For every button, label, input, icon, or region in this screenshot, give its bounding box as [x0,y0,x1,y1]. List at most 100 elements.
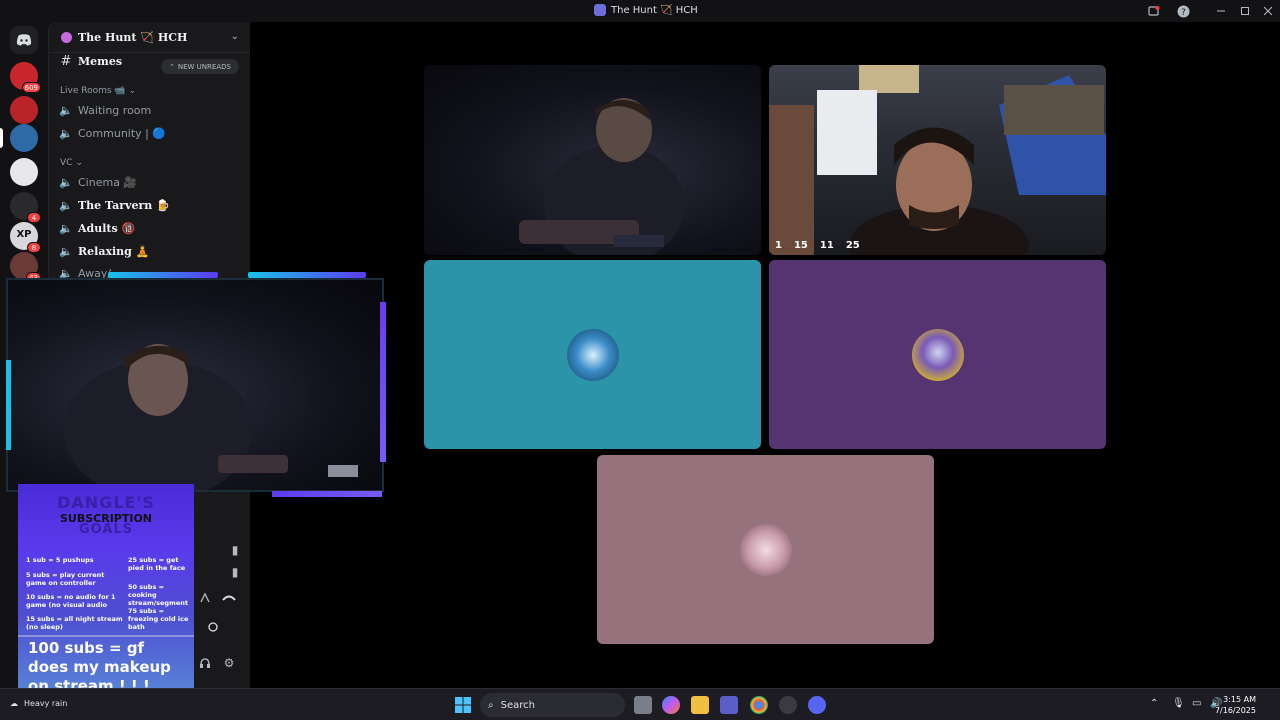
chrome-icon[interactable] [750,696,768,714]
system-clock[interactable]: 3:15 AM 7/16/2025 [1215,694,1256,716]
chevron-down-icon[interactable]: ⌄ [231,31,239,42]
guild-header[interactable]: The Hunt 🏹 HCH ⌄ [49,22,251,53]
stat-value: 11 [819,240,834,251]
tile-avatar-purple[interactable] [769,260,1106,449]
discord-logo-icon [16,34,32,46]
server-icon-5[interactable]: 4 [10,192,41,223]
speaker-icon: 🔈 [59,198,73,212]
windows-logo-icon [455,697,471,713]
overlay-frame [108,272,218,278]
speaker-icon: 🔈 [59,244,73,258]
goal-item: 25 subs = get pied in the face [128,556,186,572]
channel-adults[interactable]: 🔈 Adults 🔞 [59,218,244,238]
selected-server-indicator [0,128,3,148]
microphone-icon[interactable]: 🎙 [1172,698,1185,709]
overlay-frame [248,272,366,278]
category-vc[interactable]: VC ⌄ [60,158,83,168]
stream-stats: 1 15 11 25 [775,240,860,251]
screen-share-icon[interactable]: ▮ [227,564,243,580]
camera-icon[interactable]: ▮ [227,542,243,558]
chevron-down-icon: ⌄ [75,158,83,168]
direct-messages-button[interactable] [10,26,38,54]
rain-cloud-icon: ☁ [10,699,18,708]
channel-community[interactable]: 🔈 Community | 🔵 [59,123,244,143]
overlay-frame [6,360,11,450]
avatar [911,328,964,381]
headphones-icon[interactable] [197,655,213,671]
avatar [739,523,792,576]
mention-badge: 8 [27,242,41,253]
windows-taskbar: ☁ Heavy rain ⌕ Search ⌃ 🎙 ▭ 🔊 3:15 AM 7/… [0,688,1280,720]
channel-label: The Tarvern 🍺 [78,198,170,212]
subscription-goals-overlay: DANGLE'S SUBSCRIPTION GOALS 1 sub = 5 pu… [18,484,194,703]
server-icon-3[interactable] [10,124,38,152]
overlay-frame [380,302,386,462]
teams-icon[interactable] [720,696,738,714]
svg-text:?: ? [1181,8,1186,18]
discord-taskbar-icon[interactable] [808,696,826,714]
server-icon-4[interactable] [10,158,38,186]
server-icon-2[interactable] [10,96,38,124]
webcam-person-figure [63,344,358,500]
speaker-icon: 🔈 [59,103,73,117]
inbox-icon[interactable] [1146,3,1162,19]
server-icon-7[interactable]: 43 [10,252,41,283]
weather-widget[interactable]: ☁ Heavy rain [10,699,67,708]
task-view-icon[interactable] [634,696,652,714]
arrow-up-icon: ⌃ [169,62,175,71]
start-button[interactable] [454,696,472,714]
goal-item: 1 sub = 5 pushups [26,556,94,564]
obs-icon[interactable] [779,696,797,714]
taskbar-search[interactable]: ⌕ Search [480,693,625,717]
copilot-icon[interactable] [662,696,680,714]
channel-label: Waiting room [78,103,152,117]
category-live-rooms[interactable]: Live Rooms 📹 ⌄ [60,86,136,96]
category-label: Live Rooms 📹 [60,86,126,96]
tile-user-webcam[interactable] [424,65,761,255]
tray-chevron-up-icon[interactable]: ⌃ [1150,698,1158,709]
hashtag-icon: # [60,53,72,69]
tile-avatar-teal[interactable] [424,260,761,449]
channel-label: Cinema 🎥 [78,175,138,189]
channel-relaxing[interactable]: 🔈 Relaxing 🧘 [59,241,244,261]
network-icon[interactable]: ▭ [1192,698,1201,709]
soundboard-icon[interactable] [197,590,213,606]
settings-gear-icon[interactable]: ⚙ [221,655,237,671]
server-icon-1[interactable]: 609 [10,62,41,93]
channel-waiting-room[interactable]: 🔈 Waiting room [59,100,244,120]
new-unreads-button[interactable]: ⌃ NEW UNREADS [161,59,239,74]
title-bar: The Hunt 🏹 HCH ? [0,0,1280,22]
new-unreads-label: NEW UNREADS [177,62,231,71]
goal-item: 5 subs = play current game on controller [26,571,105,587]
maximize-icon[interactable] [1237,3,1253,19]
server-icon-6[interactable]: XP 8 [10,222,41,253]
close-icon[interactable] [1260,3,1276,19]
channel-label: Memes [78,54,123,68]
file-explorer-icon[interactable] [691,696,709,714]
channel-the-tarvern[interactable]: 🔈 The Tarvern 🍺 [59,195,244,215]
streamer-room-figure [769,65,1106,255]
channel-cinema[interactable]: 🔈 Cinema 🎥 [59,172,244,192]
help-icon[interactable]: ? [1175,3,1191,19]
tile-streamer-webcam[interactable]: 1 15 11 25 [769,65,1106,255]
search-icon: ⌕ [488,699,494,711]
minimize-icon[interactable] [1213,3,1229,19]
guild-name: The Hunt 🏹 HCH [78,30,188,44]
stat-value: 15 [793,240,808,251]
voice-stage: 1 15 11 25 [250,22,1280,688]
discord-window: The Hunt 🏹 HCH ? 609 4 XP 843 The Hunt 🏹 HC… [0,0,1280,720]
goal-item: 15 subs = all night stream (no sleep) [26,615,123,631]
disconnect-icon[interactable] [221,590,237,606]
speaker-icon: 🔈 [59,126,73,140]
weather-label: Heavy rain [24,699,68,708]
mention-badge: 4 [27,212,41,223]
webcam-person-figure [519,98,684,255]
clock-time: 3:15 AM [1223,695,1256,704]
channel-label: Relaxing 🧘 [78,244,150,258]
stat-value: 25 [845,240,860,251]
tile-avatar-pink[interactable] [597,455,934,644]
window-title: The Hunt 🏹 HCH [594,4,698,16]
divider [18,635,194,637]
activity-icon[interactable] [205,619,221,635]
stat-value: 1 [775,240,782,251]
